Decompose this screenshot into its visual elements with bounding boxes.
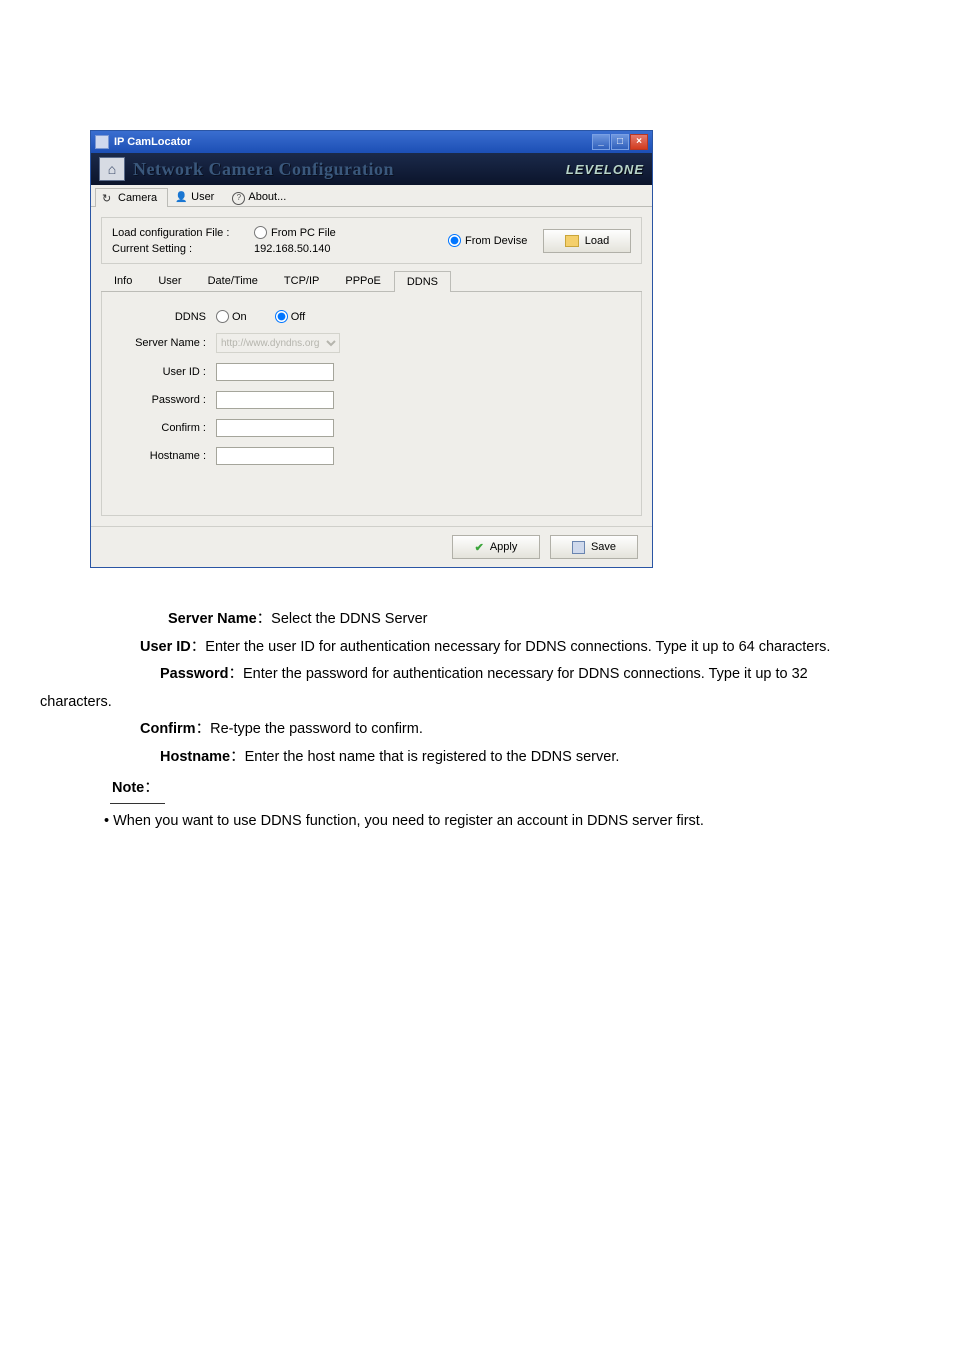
ddns-radio-on[interactable]: On (216, 310, 247, 323)
window-controls: _ □ × (592, 134, 648, 150)
current-setting-label: Current Setting : (112, 243, 240, 255)
confirm-input[interactable] (216, 419, 334, 437)
save-button-label: Save (591, 541, 616, 553)
ddns-on-label: On (232, 311, 247, 323)
action-bar: ✔ Apply Save (91, 526, 652, 567)
radio-from-pc-label: From PC File (271, 227, 336, 239)
window-title: IP CamLocator (114, 136, 191, 148)
user-id-input[interactable] (216, 363, 334, 381)
doc-user-id-t: ：Enter the user ID for authentication ne… (191, 639, 831, 655)
doc-password-tail: characters. (40, 689, 914, 717)
hostname-label: Hostname : (116, 450, 216, 462)
subtab-datetime[interactable]: Date/Time (195, 270, 271, 291)
maximize-button[interactable]: □ (611, 134, 629, 150)
sub-tabs: Info User Date/Time TCP/IP PPPoE DDNS (101, 270, 642, 292)
password-label: Password : (116, 394, 216, 406)
document-text: Server Name：Select the DDNS Server User … (40, 606, 914, 835)
save-button[interactable]: Save (550, 535, 638, 559)
window-titlebar: IP CamLocator _ □ × (91, 131, 652, 153)
server-name-label: Server Name : (116, 337, 216, 349)
doc-password-t: ：Enter the password for authentication n… (229, 666, 808, 682)
close-button[interactable]: × (630, 134, 648, 150)
server-name-select[interactable]: http://www.dyndns.org (216, 333, 340, 353)
subtab-pppoe[interactable]: PPPoE (332, 270, 393, 291)
ddns-panel: DDNS On Off Server Name : http://www.dyn… (101, 292, 642, 516)
folder-icon (565, 235, 579, 247)
load-button[interactable]: Load (543, 229, 631, 253)
tab-about[interactable]: About... (225, 187, 297, 206)
tab-user[interactable]: User (168, 187, 225, 206)
doc-server-name-line: Server Name：Select the DDNS Server (40, 606, 914, 634)
user-icon (175, 191, 187, 203)
password-input[interactable] (216, 391, 334, 409)
minimize-button[interactable]: _ (592, 134, 610, 150)
radio-from-device-label: From Devise (465, 235, 527, 247)
doc-server-name-t: ：Select the DDNS Server (257, 611, 428, 627)
doc-user-id-line: User ID：Enter the user ID for authentica… (40, 634, 914, 662)
tab-camera-label: Camera (118, 192, 157, 204)
doc-confirm-line: Confirm：Re-type the password to confirm. (40, 716, 914, 744)
radio-from-pc-input[interactable] (254, 226, 267, 239)
load-file-label: Load configuration File : (112, 227, 240, 239)
ddns-radio-off[interactable]: Off (275, 310, 305, 323)
load-button-label: Load (585, 235, 609, 247)
brand-name: LEVELONE (566, 162, 644, 177)
main-tabs: Camera User About... (91, 185, 652, 207)
about-icon (232, 191, 244, 203)
subtab-ddns[interactable]: DDNS (394, 271, 451, 292)
doc-note-colon: ： (144, 780, 159, 796)
tab-camera[interactable]: Camera (95, 188, 168, 207)
doc-confirm-t: ：Re-type the password to confirm. (196, 721, 423, 737)
doc-hostname-b: Hostname (160, 749, 230, 765)
subtab-tcpip[interactable]: TCP/IP (271, 270, 332, 291)
radio-from-device[interactable]: From Devise (448, 234, 527, 247)
hostname-input[interactable] (216, 447, 334, 465)
disk-icon (572, 541, 585, 554)
banner: ⌂ Network Camera Configuration LEVELONE (91, 153, 652, 185)
radio-from-device-input[interactable] (448, 234, 461, 247)
doc-hostname-t: ：Enter the host name that is registered … (230, 749, 619, 765)
apply-button-label: Apply (490, 541, 518, 553)
doc-user-id-b: User ID (140, 639, 191, 655)
doc-hostname-line: Hostname：Enter the host name that is reg… (40, 744, 914, 772)
current-ip-value: 192.168.50.140 (254, 243, 404, 255)
app-window: IP CamLocator _ □ × ⌂ Network Camera Con… (90, 130, 653, 568)
ddns-radio-on-input[interactable] (216, 310, 229, 323)
radio-from-pc[interactable]: From PC File (254, 226, 404, 239)
ddns-label: DDNS (116, 311, 216, 323)
check-icon: ✔ (475, 541, 484, 554)
doc-note-item: • When you want to use DDNS function, yo… (40, 808, 914, 836)
doc-password-b: Password (160, 666, 229, 682)
subtab-info[interactable]: Info (101, 270, 145, 291)
confirm-label: Confirm : (116, 422, 216, 434)
brand-logo-icon: ⌂ (99, 157, 125, 181)
banner-title: Network Camera Configuration (133, 159, 394, 180)
app-icon (95, 135, 109, 149)
load-area: Load configuration File : Current Settin… (101, 217, 642, 264)
doc-confirm-b: Confirm (140, 721, 196, 737)
doc-note-line: Note： (40, 771, 914, 808)
apply-button[interactable]: ✔ Apply (452, 535, 540, 559)
subtab-user[interactable]: User (145, 270, 194, 291)
user-id-label: User ID : (116, 366, 216, 378)
doc-note-b: Note (112, 780, 144, 796)
ddns-off-label: Off (291, 311, 305, 323)
tab-about-label: About... (248, 191, 286, 203)
tab-user-label: User (191, 191, 214, 203)
doc-password-line: Password：Enter the password for authenti… (40, 661, 914, 689)
doc-server-name-b: Server Name (168, 611, 257, 627)
refresh-icon (102, 192, 114, 204)
ddns-radio-off-input[interactable] (275, 310, 288, 323)
